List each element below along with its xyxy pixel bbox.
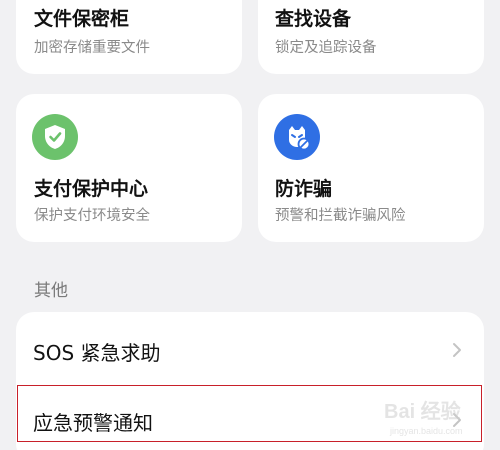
list-item-sos[interactable]: SOS 紧急求助 — [16, 314, 484, 384]
baidu-jingyan-watermark: Bai 经验 jingyan.baidu.com — [382, 394, 480, 440]
file-safe-subtitle: 加密存储重要文件 — [34, 40, 150, 56]
shield-check-icon — [32, 114, 78, 160]
section-label-other: 其他 — [34, 281, 68, 301]
find-device-title: 查找设备 — [275, 8, 352, 30]
find-device-subtitle: 锁定及追踪设备 — [275, 40, 377, 56]
file-safe-title: 文件保密柜 — [34, 8, 130, 30]
payment-protection-card[interactable]: 支付保护中心 保护支付环境安全 — [16, 94, 242, 242]
payment-protection-title: 支付保护中心 — [34, 178, 149, 200]
chevron-right-icon — [453, 343, 461, 357]
fraud-alert-icon — [274, 114, 320, 160]
list-item-label: 应急预警通知 — [33, 411, 153, 435]
list-item-label: SOS 紧急求助 — [33, 341, 161, 365]
payment-protection-subtitle: 保护支付环境安全 — [34, 208, 150, 224]
find-device-card[interactable]: 查找设备 锁定及追踪设备 — [258, 0, 484, 74]
anti-fraud-title: 防诈骗 — [275, 178, 333, 200]
watermark-url: jingyan.baidu.com — [389, 426, 463, 436]
watermark-text: Bai 经验 — [384, 399, 461, 423]
file-safe-card[interactable]: 文件保密柜 加密存储重要文件 — [16, 0, 242, 74]
anti-fraud-subtitle: 预警和拦截诈骗风险 — [275, 208, 406, 224]
anti-fraud-card[interactable]: 防诈骗 预警和拦截诈骗风险 — [258, 94, 484, 242]
